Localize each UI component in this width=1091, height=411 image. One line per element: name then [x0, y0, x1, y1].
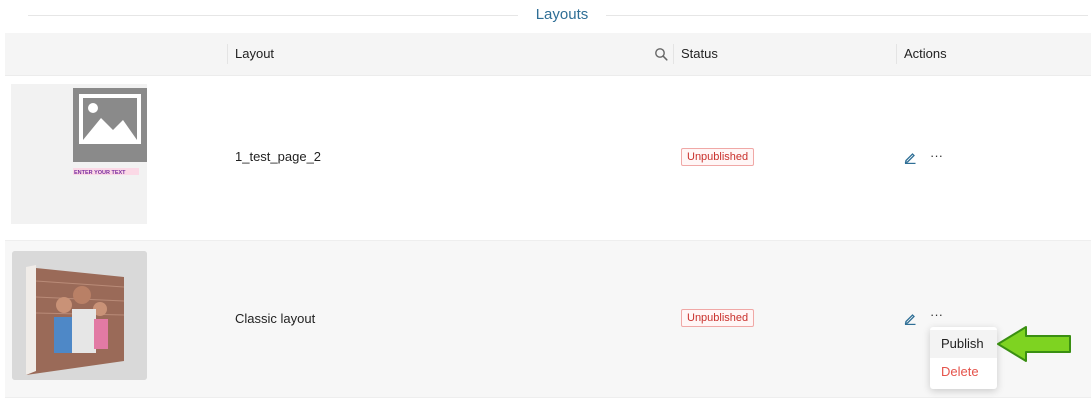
more-actions-icon[interactable]: ··· — [930, 307, 943, 322]
status-badge: Unpublished — [681, 148, 755, 166]
divider-right — [606, 15, 1088, 16]
section-header: Layouts — [0, 0, 1091, 32]
thumbnail-caption: ENTER YOUR TEXT — [74, 170, 126, 176]
delete-label: Delete — [941, 364, 979, 379]
publish-menu-item[interactable]: Publish — [930, 330, 997, 358]
edit-icon[interactable] — [903, 150, 917, 164]
layout-thumbnail: ENTER YOUR TEXT — [11, 84, 147, 224]
status-badge: Unpublished — [681, 309, 755, 327]
delete-menu-item[interactable]: Delete — [930, 358, 997, 386]
section-title: Layouts — [535, 6, 589, 23]
column-separator — [673, 44, 674, 64]
more-actions-icon[interactable]: ··· — [930, 148, 943, 163]
edit-icon[interactable] — [903, 311, 917, 325]
publish-label: Publish — [941, 336, 984, 351]
actions-dropdown: Publish Delete — [930, 327, 997, 389]
divider-left — [28, 15, 518, 16]
table-row: Classic layout Unpublished ··· — [5, 241, 1091, 398]
table-row: ENTER YOUR TEXT 1_test_page_2 Unpublishe… — [5, 76, 1091, 241]
column-header-status[interactable]: Status — [681, 46, 718, 61]
column-separator — [227, 44, 228, 64]
search-icon[interactable] — [654, 47, 668, 61]
layout-thumbnail — [12, 251, 147, 380]
layout-name[interactable]: 1_test_page_2 — [235, 149, 321, 164]
pointer-arrow-icon — [997, 326, 1071, 362]
column-header-layout[interactable]: Layout — [235, 46, 274, 61]
table-header: Layout Status Actions — [5, 33, 1091, 76]
column-header-actions: Actions — [904, 46, 947, 61]
layout-name[interactable]: Classic layout — [235, 311, 315, 326]
column-separator — [896, 44, 897, 64]
